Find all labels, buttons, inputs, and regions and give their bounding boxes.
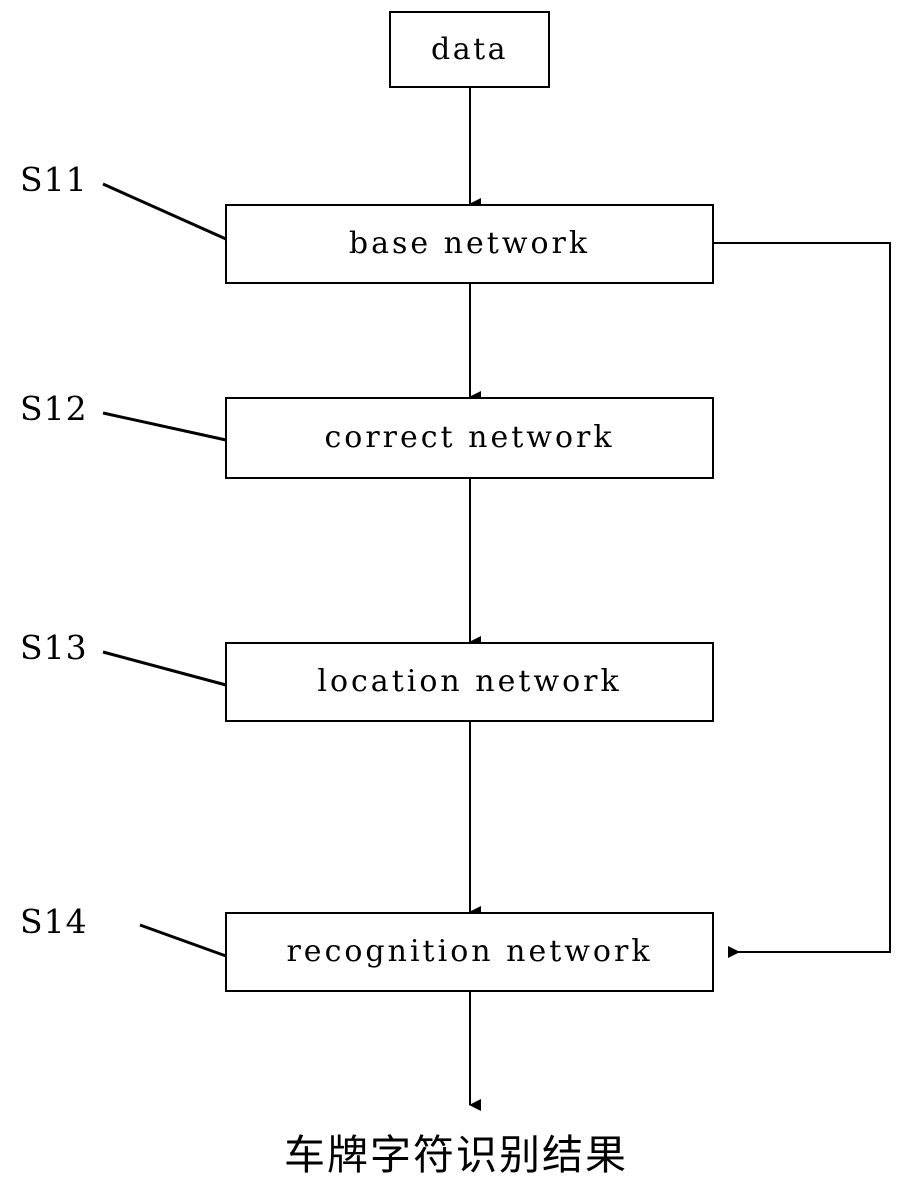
node-recognition-network-label: recognition network xyxy=(286,934,653,969)
step-label-s11: S11 xyxy=(20,160,88,199)
connector-base-skip-to-recognition xyxy=(714,242,891,958)
node-base-network-label: base network xyxy=(348,226,591,261)
step-label-s14: S14 xyxy=(20,902,88,941)
node-data[interactable]: data xyxy=(389,11,550,88)
node-location-network[interactable]: location network xyxy=(225,642,714,722)
leader-line-s14 xyxy=(139,923,227,958)
node-correct-network-label: correct network xyxy=(324,420,615,455)
node-data-label: data xyxy=(430,31,509,67)
step-label-s12: S12 xyxy=(20,389,88,428)
result-text: 车牌字符识别结果 xyxy=(284,1131,628,1179)
leader-line-s12 xyxy=(102,411,227,442)
step-label-s13: S13 xyxy=(20,628,88,667)
flowchart-diagram: data base network correct network locati… xyxy=(0,0,905,1199)
node-location-network-label: location network xyxy=(317,664,622,699)
leader-line-s11 xyxy=(102,182,227,241)
leader-line-s13 xyxy=(102,650,227,687)
node-recognition-network[interactable]: recognition network xyxy=(225,912,714,992)
flowchart-connectors xyxy=(102,88,891,1111)
node-base-network[interactable]: base network xyxy=(225,204,714,284)
node-correct-network[interactable]: correct network xyxy=(225,397,714,479)
